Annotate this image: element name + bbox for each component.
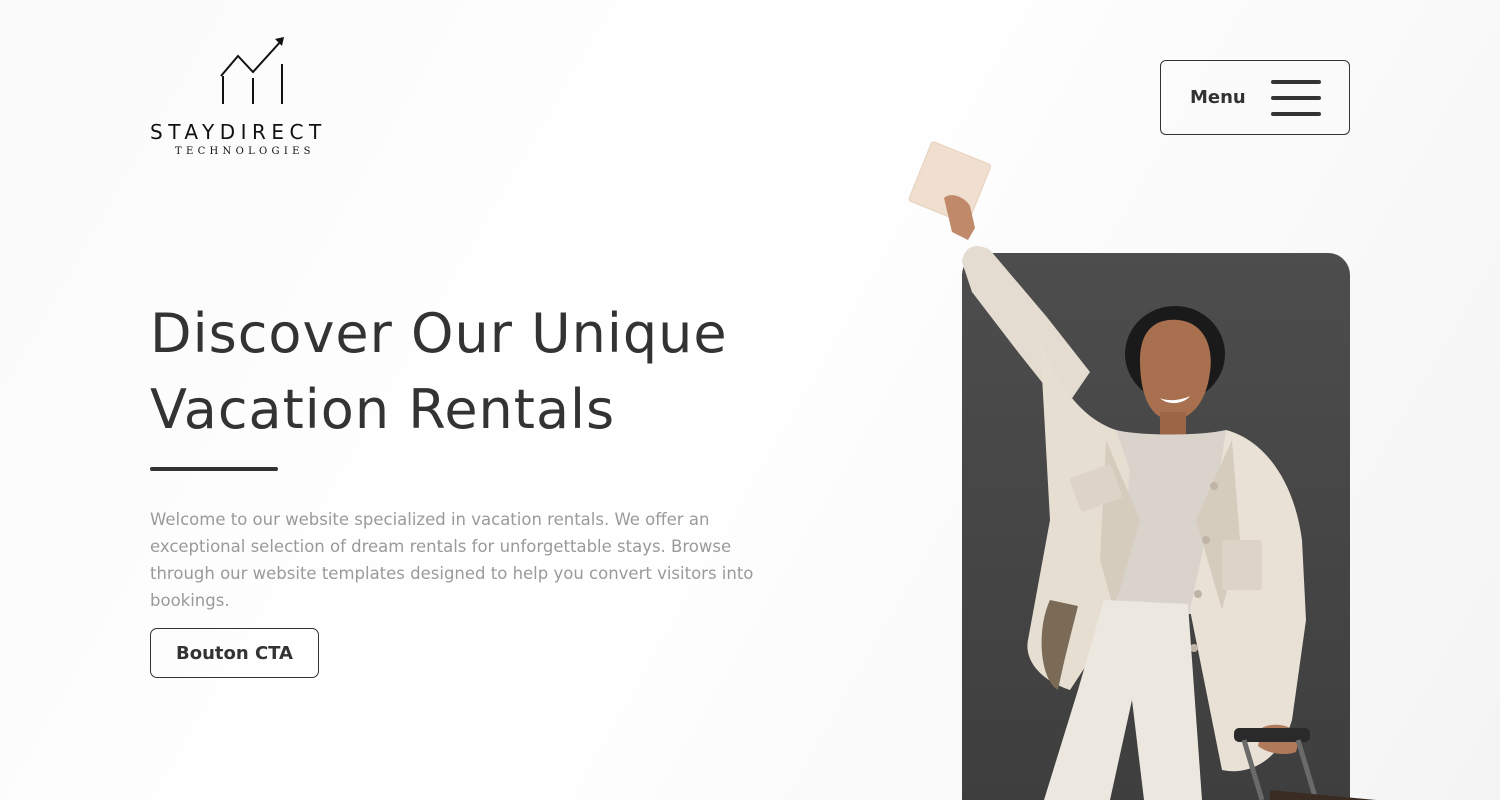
- hero-divider: [150, 467, 278, 471]
- logo-sub-text: TECHNOLOGIES: [175, 146, 315, 157]
- logo-brand-text: STAYDIRECT: [150, 120, 327, 144]
- hero-title-line-2: Vacation Rentals: [150, 378, 616, 441]
- hamburger-icon: [1271, 80, 1321, 116]
- cta-button[interactable]: Bouton CTA: [150, 628, 319, 678]
- hero-title-line-1: Discover Our Unique: [150, 302, 728, 365]
- menu-button[interactable]: Menu: [1160, 60, 1350, 135]
- hero-title: Discover Our Unique Vacation Rentals: [150, 296, 850, 448]
- menu-button-label: Menu: [1190, 87, 1246, 108]
- chart-growth-icon: [220, 37, 284, 104]
- logo[interactable]: STAYDIRECT TECHNOLOGIES: [150, 36, 356, 158]
- ticket-image: [908, 141, 992, 225]
- landing-page: STAYDIRECT TECHNOLOGIES Menu Discover Ou…: [0, 0, 1500, 800]
- hero-image-panel: [962, 253, 1350, 800]
- hero-description: Welcome to our website specialized in va…: [150, 510, 754, 610]
